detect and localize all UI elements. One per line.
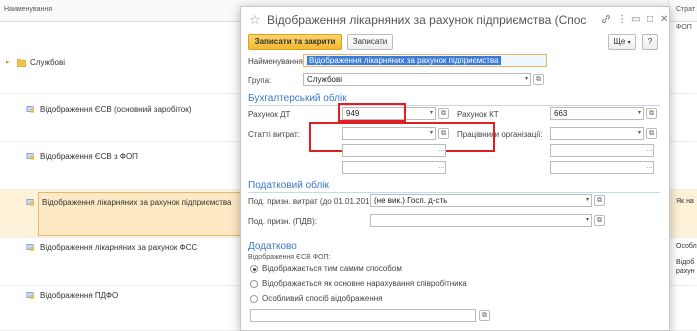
open-icon[interactable]: ⧉ <box>438 108 449 119</box>
name-field[interactable]: Відображення лікарняних за рахунок підпр… <box>303 54 547 67</box>
list-item-right-text: Відоб <box>676 259 695 266</box>
radio-same-way[interactable] <box>250 265 258 273</box>
link-icon[interactable] <box>601 14 611 24</box>
column-header-name[interactable]: Наименування <box>4 6 52 13</box>
help-button[interactable]: ? <box>642 34 658 50</box>
list-item-right-text: Як на <box>676 198 694 205</box>
tax-vat-field[interactable] <box>370 214 592 227</box>
restore-icon[interactable]: □ <box>647 14 653 25</box>
more-icon[interactable]: … <box>645 161 654 174</box>
highlight-annotation <box>338 103 406 122</box>
list-item-right-text: Особл <box>676 243 697 250</box>
item-icon <box>26 244 35 251</box>
employees-field[interactable] <box>550 127 644 140</box>
accounting-section-title: Бухгалтерський облік <box>248 93 347 104</box>
name-value: Відображення лікарняних за рахунок підпр… <box>307 56 501 65</box>
item-icon <box>26 106 35 113</box>
more-button[interactable]: Ще ▾ <box>608 34 636 50</box>
chevron-down-icon[interactable]: ▾ <box>583 214 592 227</box>
more-label: Ще <box>613 37 626 46</box>
open-icon[interactable]: ⧉ <box>594 215 605 226</box>
list-item-label: Відображення лікарняних за рахунок підпр… <box>42 198 232 207</box>
tax-vat-label: Под. призн. (ПДВ): <box>248 217 317 226</box>
dialog-title: Відображення лікарняних за рахунок підпр… <box>267 13 587 27</box>
group-field[interactable]: Службові <box>303 73 531 86</box>
radio-special[interactable] <box>250 295 258 303</box>
expand-icon[interactable]: ▸ <box>6 58 15 67</box>
open-icon[interactable]: ⧉ <box>646 108 657 119</box>
chevron-down-icon[interactable]: ▾ <box>635 107 644 120</box>
radio-main-accrual-label[interactable]: Відображається як основне нарахування сп… <box>262 279 467 288</box>
tax-section-title: Податковий облік <box>248 180 329 191</box>
radio-special-label[interactable]: Особливий спосіб відображення <box>262 294 383 303</box>
list-item-label: Відображення ЄСВ з ФОП <box>40 152 138 161</box>
chevron-down-icon[interactable]: ▾ <box>427 107 436 120</box>
open-icon[interactable]: ⧉ <box>533 74 544 85</box>
name-label: Найменування: <box>248 57 306 66</box>
list-item-label: Відображення ЄСВ (основний заробіток) <box>40 105 192 114</box>
open-icon[interactable]: ⧉ <box>646 128 657 139</box>
more-icon[interactable]: … <box>645 144 654 157</box>
subconto-field[interactable] <box>342 144 446 157</box>
form-dialog: ☆ Відображення лікарняних за рахунок під… <box>240 6 670 331</box>
more-icon[interactable]: … <box>437 161 446 174</box>
list-item-right-text: рахун <box>676 268 695 275</box>
tax-purpose-field[interactable]: (не вик.) Госп. д-сть <box>370 194 592 207</box>
credit-account-field[interactable]: 663 <box>550 107 644 120</box>
list-item-label: Відображення лікарняних за рахунок ФСС <box>40 243 198 252</box>
save-button[interactable]: Записати <box>347 34 393 50</box>
subconto-field[interactable] <box>550 144 654 157</box>
more-icon[interactable]: … <box>437 144 446 157</box>
chevron-down-icon: ▾ <box>627 40 631 46</box>
expense-items-label: Статті витрат: <box>248 130 300 139</box>
column-header-right2: ФОП <box>676 24 692 31</box>
chevron-down-icon[interactable]: ▾ <box>635 127 644 140</box>
group-label: Група: <box>248 76 272 85</box>
save-and-close-button[interactable]: Записати та закрити <box>248 34 342 50</box>
chevron-down-icon[interactable]: ▾ <box>522 73 531 86</box>
chevron-down-icon[interactable]: ▾ <box>583 194 592 207</box>
item-icon <box>26 292 35 299</box>
item-icon <box>26 153 35 160</box>
subconto-field[interactable] <box>342 161 446 174</box>
extra-section-title: Додатково <box>248 241 297 252</box>
debit-label: Рахунок ДТ <box>248 110 291 119</box>
folder-icon <box>17 59 26 67</box>
more-actions-icon[interactable]: ⋮ <box>617 14 627 25</box>
subconto-field[interactable] <box>550 161 654 174</box>
open-icon[interactable]: ⧉ <box>479 310 490 321</box>
section-divider <box>248 105 660 106</box>
star-icon[interactable]: ☆ <box>249 12 261 28</box>
minimize-icon[interactable]: ▭ <box>631 14 640 25</box>
esv-label: Відображення ЄСВ ФОП: <box>248 254 331 261</box>
list-item-label: Відображення ПДФО <box>40 291 119 300</box>
open-icon[interactable]: ⧉ <box>594 195 605 206</box>
list-item-label: Службові <box>30 58 66 67</box>
close-icon[interactable]: ✕ <box>660 14 668 25</box>
radio-main-accrual[interactable] <box>250 280 258 288</box>
credit-label: Рахунок КТ <box>457 110 499 119</box>
radio-same-way-label[interactable]: Відображається тим самим способом <box>262 264 402 273</box>
section-divider <box>248 192 660 193</box>
column-header-right[interactable]: Страт <box>676 6 695 13</box>
special-method-field[interactable] <box>250 309 476 322</box>
tax-purpose-label: Под. призн. витрат (до 01.01.2015): <box>248 197 379 206</box>
item-icon <box>26 199 35 206</box>
